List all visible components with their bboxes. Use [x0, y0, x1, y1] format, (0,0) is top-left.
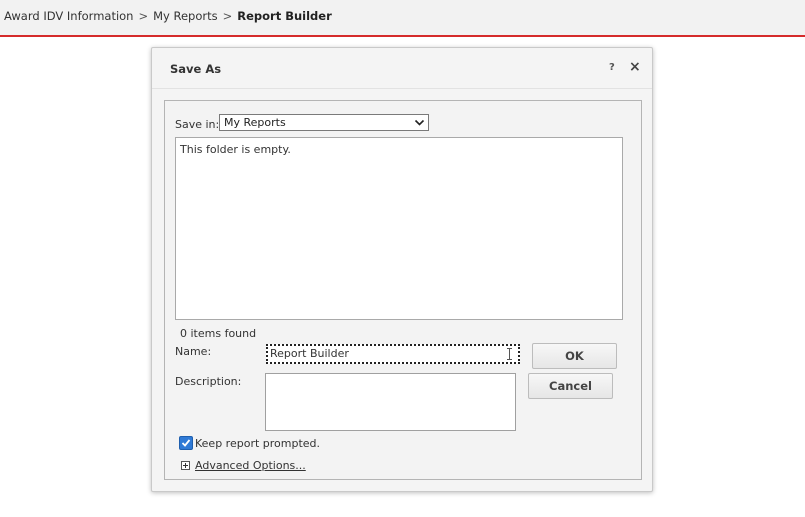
name-label: Name:	[175, 345, 212, 358]
checkmark-icon	[181, 439, 191, 447]
save-as-dialog: Save As ? × Save in: My Reports This fol…	[151, 47, 653, 492]
advanced-options-link[interactable]: Advanced Options...	[195, 459, 306, 472]
save-in-label: Save in:	[175, 118, 220, 131]
file-list[interactable]: This folder is empty.	[175, 137, 623, 320]
dialog-title: Save As	[170, 62, 222, 76]
dialog-panel: Save in: My Reports This folder is empty…	[164, 100, 642, 480]
keep-prompted-label[interactable]: Keep report prompted.	[195, 437, 320, 450]
chevron-down-icon	[414, 119, 425, 126]
expand-plus-icon[interactable]	[181, 461, 190, 470]
close-icon[interactable]: ×	[629, 60, 641, 74]
text-cursor-icon	[507, 348, 512, 360]
help-icon[interactable]: ?	[609, 62, 615, 73]
empty-folder-message: This folder is empty.	[180, 143, 291, 156]
breadcrumb-item-award-idv[interactable]: Award IDV Information	[4, 9, 133, 23]
top-bar: Award IDV Information > My Reports > Report …	[0, 0, 805, 37]
save-in-select[interactable]: My Reports	[219, 114, 429, 131]
description-input[interactable]	[265, 373, 516, 431]
breadcrumb: Award IDV Information > My Reports > Report …	[4, 9, 332, 23]
name-input[interactable]: Report Builder	[266, 344, 520, 364]
breadcrumb-separator: >	[138, 9, 149, 23]
breadcrumb-separator: >	[222, 9, 233, 23]
ok-button[interactable]: OK	[532, 343, 617, 369]
keep-prompted-checkbox[interactable]	[179, 436, 193, 450]
breadcrumb-item-my-reports[interactable]: My Reports	[153, 9, 218, 23]
description-label: Description:	[175, 375, 242, 388]
cancel-button[interactable]: Cancel	[528, 373, 613, 399]
name-input-value: Report Builder	[270, 347, 349, 360]
dialog-header: Save As ? ×	[152, 48, 652, 89]
breadcrumb-item-report-builder: Report Builder	[237, 9, 332, 23]
items-found-count: 0 items found	[180, 327, 257, 340]
save-in-value: My Reports	[224, 116, 286, 129]
